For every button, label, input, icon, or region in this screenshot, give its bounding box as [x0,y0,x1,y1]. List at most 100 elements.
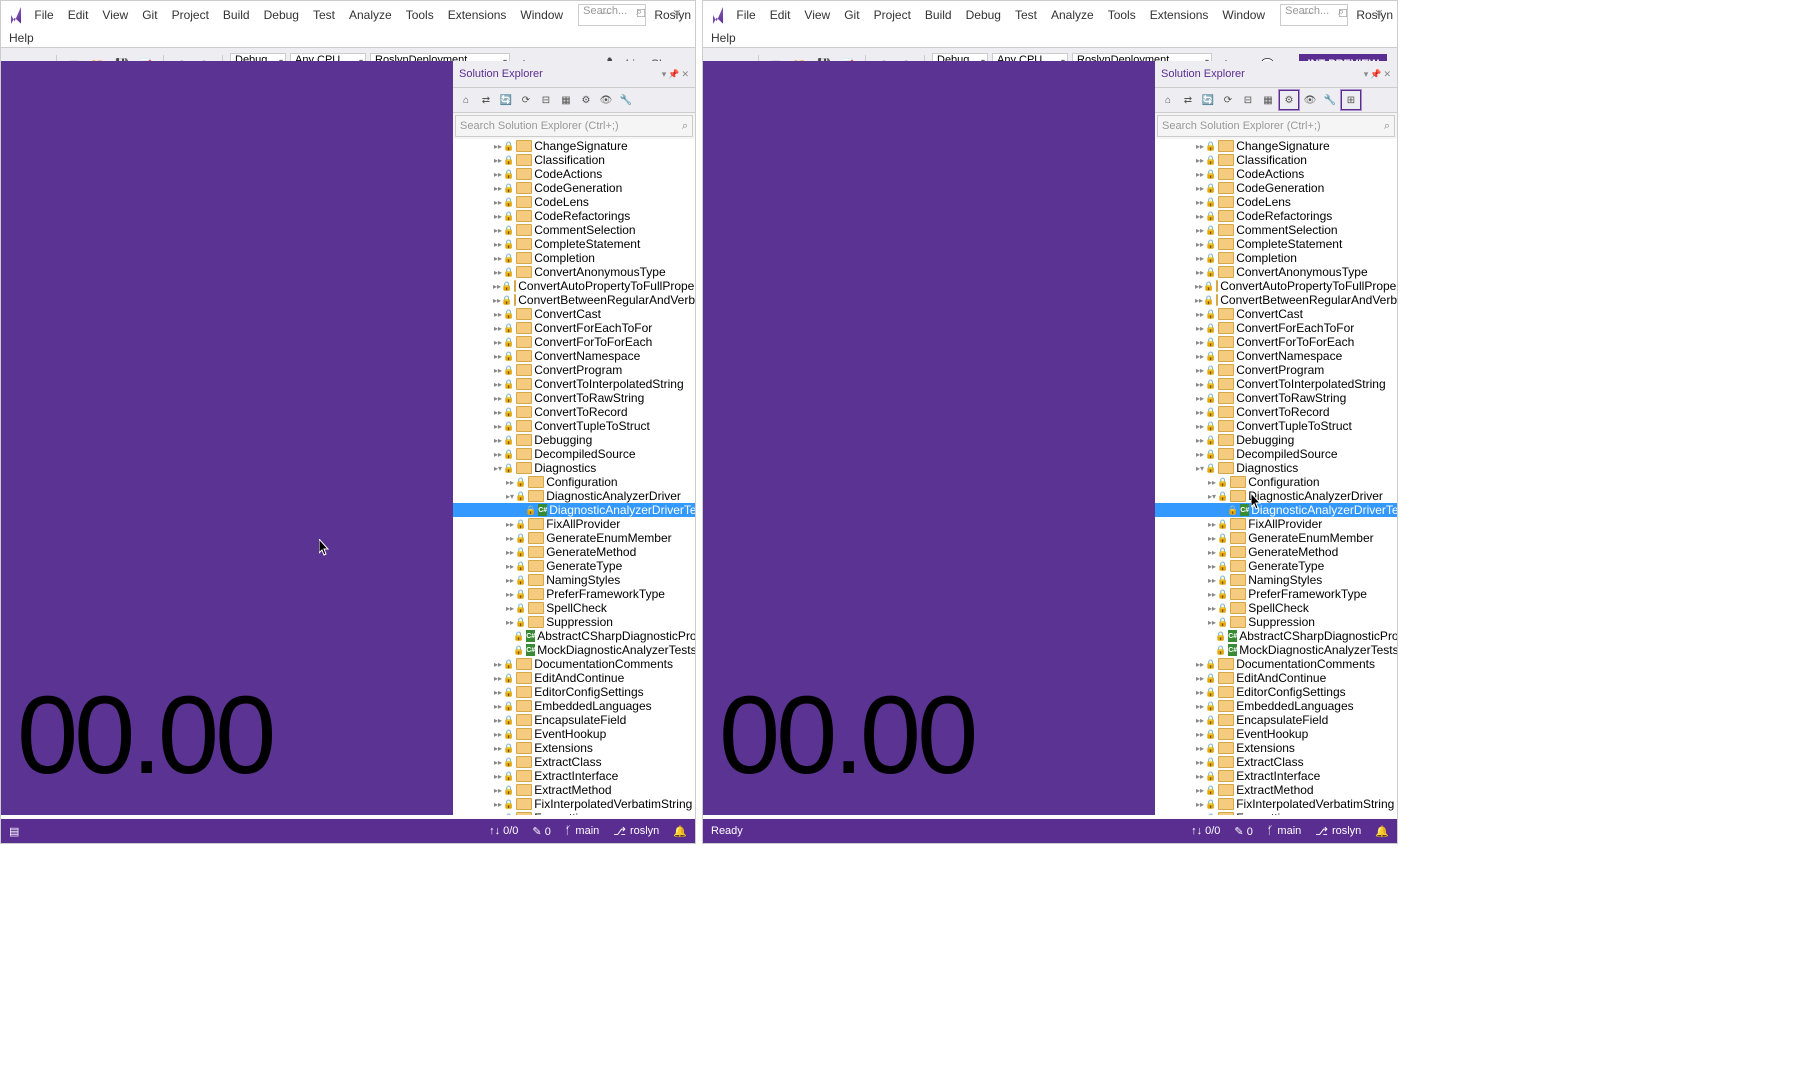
folder-item[interactable]: ▸🔒ChangeSignature [1155,139,1397,153]
folder-item[interactable]: ▸🔒EditorConfigSettings [453,685,695,699]
file-item[interactable]: ▸🔒MockDiagnosticAnalyzerTests.cs [1155,643,1397,657]
se-grid-icon[interactable]: ⊞ [1341,90,1361,110]
folder-item[interactable]: ▸🔒Formatting [453,811,695,815]
menu-window[interactable]: Window [1215,5,1272,25]
se-close-icon[interactable]: ✕ [1383,69,1391,80]
folder-item[interactable]: ▸🔒ConvertAutoPropertyToFullProperty [453,279,695,293]
folder-item[interactable]: ▸🔒ConvertToRawString [1155,391,1397,405]
folder-item[interactable]: ▸🔒EventHookup [453,727,695,741]
folder-item[interactable]: ▸🔒ConvertToInterpolatedString [453,377,695,391]
sb-updown[interactable]: ↑↓ 0/0 [489,825,518,838]
folder-item[interactable]: ▸🔒ConvertForToForEach [453,335,695,349]
folder-item[interactable]: ▸🔒ConvertToRawString [453,391,695,405]
se-preview-icon[interactable]: 👁 [1301,91,1319,109]
folder-item[interactable]: ▸🔒ConvertTupleToStruct [1155,419,1397,433]
se-props-icon[interactable]: ⚙ [577,91,595,109]
menu-tools[interactable]: Tools [1101,5,1143,25]
folder-item[interactable]: ▸🔒GenerateType [453,559,695,573]
editor-area[interactable]: 00.00 [1,61,453,815]
folder-item[interactable]: ▸🔒ChangeSignature [453,139,695,153]
close-button[interactable]: ✕ [1361,1,1397,25]
file-item[interactable]: ▸🔒MockDiagnosticAnalyzerTests.cs [453,643,695,657]
se-search-input[interactable]: Search Solution Explorer (Ctrl+;) [1157,115,1395,137]
menu-test[interactable]: Test [1008,5,1044,25]
folder-item[interactable]: ▸🔒FixInterpolatedVerbatimString [1155,797,1397,811]
menu-edit[interactable]: Edit [61,5,96,25]
se-props-icon[interactable]: ⚙ [1279,90,1299,110]
folder-item[interactable]: ▸🔒CompleteStatement [453,237,695,251]
minimize-button[interactable]: — [1289,1,1325,25]
se-collapse-icon[interactable]: ⊟ [537,91,555,109]
folder-item[interactable]: ▸🔒ConvertBetweenRegularAndVerbatimString [1155,293,1397,307]
folder-item[interactable]: ▸🔒Suppression [453,615,695,629]
folder-item[interactable]: ▸🔒Configuration [453,475,695,489]
folder-item[interactable]: ▸🔒ConvertTupleToStruct [453,419,695,433]
folder-item[interactable]: ▸🔒GenerateMethod [453,545,695,559]
se-collapse-icon[interactable]: ⊟ [1239,91,1257,109]
menu-debug[interactable]: Debug [959,5,1008,25]
folder-item[interactable]: ▸🔒Extensions [453,741,695,755]
folder-item[interactable]: ▸🔒GenerateType [1155,559,1397,573]
folder-item[interactable]: ▸🔒ConvertAutoPropertyToFullProperty [1155,279,1397,293]
folder-item[interactable]: ▸🔒ExtractClass [453,755,695,769]
folder-item[interactable]: ▸🔒FixAllProvider [453,517,695,531]
folder-item[interactable]: ▸🔒CommentSelection [1155,223,1397,237]
close-button[interactable]: ✕ [659,1,695,25]
se-preview-icon[interactable]: 👁 [597,91,615,109]
folder-item[interactable]: ▸🔒GenerateEnumMember [453,531,695,545]
menu-analyze[interactable]: Analyze [342,5,399,25]
se-wrench-icon[interactable]: 🔧 [1321,91,1339,109]
solution-tree[interactable]: ▸🔒ChangeSignature▸🔒Classification▸🔒CodeA… [453,139,695,815]
menu-view[interactable]: View [797,5,837,25]
sb-bell-icon[interactable]: 🔔 [673,825,687,838]
menu-file[interactable]: File [27,5,60,25]
folder-item[interactable]: ▸🔒SpellCheck [453,601,695,615]
folder-item[interactable]: ▸🔒EncapsulateField [1155,713,1397,727]
maximize-button[interactable]: ☐ [623,1,659,25]
folder-item[interactable]: ▸🔒EmbeddedLanguages [453,699,695,713]
folder-item[interactable]: ▸🔒Classification [453,153,695,167]
folder-item[interactable]: ▸🔒GenerateEnumMember [1155,531,1397,545]
menu-view[interactable]: View [95,5,135,25]
menu-test[interactable]: Test [306,5,342,25]
folder-item[interactable]: ▸🔒ConvertProgram [453,363,695,377]
folder-item[interactable]: ▾🔒Diagnostics [453,461,695,475]
folder-item[interactable]: ▾🔒DiagnosticAnalyzerDriver [453,489,695,503]
menu-file[interactable]: File [729,5,762,25]
se-sync-icon[interactable]: 🔄 [497,91,515,109]
se-pin-icon[interactable]: 📌 [1370,69,1381,80]
folder-item[interactable]: ▸🔒ConvertForEachToFor [1155,321,1397,335]
folder-item[interactable]: ▸🔒Completion [453,251,695,265]
se-showall-icon[interactable]: ▦ [557,91,575,109]
folder-item[interactable]: ▸🔒NamingStyles [453,573,695,587]
folder-item[interactable]: ▸🔒ConvertProgram [1155,363,1397,377]
folder-item[interactable]: ▸🔒CommentSelection [453,223,695,237]
se-home-icon[interactable]: ⌂ [1159,91,1177,109]
menu-git[interactable]: Git [135,5,164,25]
folder-item[interactable]: ▸🔒ConvertForToForEach [1155,335,1397,349]
se-refresh-icon[interactable]: ⟳ [1219,91,1237,109]
menu-analyze[interactable]: Analyze [1044,5,1101,25]
se-home-icon[interactable]: ⌂ [457,91,475,109]
folder-item[interactable]: ▸🔒Classification [1155,153,1397,167]
folder-item[interactable]: ▸🔒CodeLens [1155,195,1397,209]
folder-item[interactable]: ▸🔒ConvertForEachToFor [453,321,695,335]
se-switch-icon[interactable]: ⇄ [477,91,495,109]
folder-item[interactable]: ▸🔒EncapsulateField [453,713,695,727]
folder-item[interactable]: ▸🔒Suppression [1155,615,1397,629]
se-dropdown-icon[interactable]: ▾ [662,69,667,80]
se-dropdown-icon[interactable]: ▾ [1364,69,1369,80]
folder-item[interactable]: ▸🔒EditAndContinue [453,671,695,685]
menu-extensions[interactable]: Extensions [441,5,514,25]
help-menu[interactable]: Help [1,29,695,47]
help-menu[interactable]: Help [703,29,1397,47]
folder-item[interactable]: ▸🔒DecompiledSource [453,447,695,461]
file-item[interactable]: ▸🔒DiagnosticAnalyzerDriverTests.cs [453,503,695,517]
menu-extensions[interactable]: Extensions [1143,5,1216,25]
file-item[interactable]: ▸🔒AbstractCSharpDiagnosticProviderBased [453,629,695,643]
folder-item[interactable]: ▸🔒ExtractMethod [453,783,695,797]
folder-item[interactable]: ▸🔒ConvertBetweenRegularAndVerbatimString [453,293,695,307]
folder-item[interactable]: ▸🔒ConvertAnonymousType [1155,265,1397,279]
sb-repo[interactable]: ⎇ roslyn [613,825,659,838]
file-item[interactable]: ▸🔒AbstractCSharpDiagnosticProviderBased [1155,629,1397,643]
